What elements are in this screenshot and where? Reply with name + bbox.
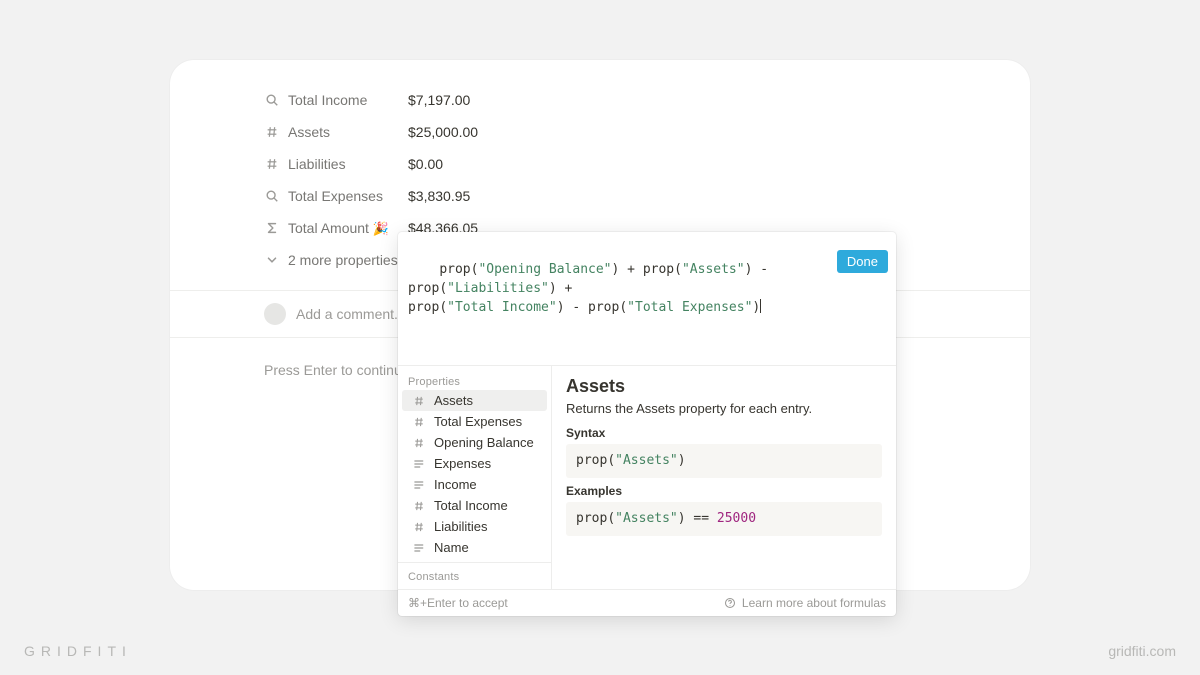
property-value: $7,197.00 [408, 92, 470, 108]
sigma-icon [264, 220, 280, 236]
property-value: $0.00 [408, 156, 443, 172]
learn-more-link[interactable]: Learn more about formulas [724, 596, 886, 610]
suggestion-item[interactable]: Total Income [402, 495, 547, 516]
formula-editor-popup: prop("Opening Balance") + prop("Assets")… [398, 232, 896, 616]
syntax-code: prop("Assets") [566, 444, 882, 478]
hash-icon [412, 520, 426, 534]
text-icon [412, 457, 426, 471]
suggestion-item[interactable]: Opening Balance [402, 432, 547, 453]
suggestion-detail: Assets Returns the Assets property for e… [552, 366, 896, 589]
hash-icon [264, 124, 280, 140]
suggestion-item[interactable]: Liabilities [402, 516, 547, 537]
celebrate-emoji: 🎉 [373, 221, 389, 236]
formula-input[interactable]: prop("Opening Balance") + prop("Assets")… [398, 232, 896, 366]
hash-icon [264, 156, 280, 172]
brand-left: GRIDFITI [24, 643, 132, 659]
property-name: Assets [288, 124, 330, 140]
help-icon [724, 597, 736, 609]
hash-icon [412, 415, 426, 429]
suggestion-item[interactable]: Assets [402, 390, 547, 411]
hash-icon [412, 436, 426, 450]
avatar [264, 303, 286, 325]
done-button[interactable]: Done [837, 250, 888, 273]
search-icon [264, 188, 280, 204]
suggestion-label: Assets [434, 393, 473, 408]
comment-placeholder: Add a comment... [296, 306, 406, 322]
property-row[interactable]: Total Expenses $3,830.95 [170, 180, 1030, 212]
property-name: Total Income [288, 92, 367, 108]
property-label: Assets [264, 124, 408, 140]
constants-section-label: Constants [398, 562, 551, 585]
more-properties-label: 2 more properties [288, 252, 398, 268]
property-name: Liabilities [288, 156, 346, 172]
suggestion-item[interactable]: Total Expenses [402, 411, 547, 432]
suggestion-item[interactable]: Expenses [402, 453, 547, 474]
property-name: Total Amount 🎉 [288, 220, 389, 237]
syntax-label: Syntax [566, 426, 882, 440]
text-icon [412, 541, 426, 555]
popup-footer: ⌘+Enter to accept Learn more about formu… [398, 590, 896, 616]
suggestion-list: Properties Assets Total Expenses Opening B… [398, 366, 552, 589]
suggestion-label: Name [434, 540, 469, 555]
property-row[interactable]: Total Income $7,197.00 [170, 84, 1030, 116]
property-row[interactable]: Assets $25,000.00 [170, 116, 1030, 148]
property-label: Liabilities [264, 156, 408, 172]
detail-description: Returns the Assets property for each ent… [566, 401, 882, 416]
suggestion-label: Liabilities [434, 519, 487, 534]
detail-title: Assets [566, 376, 882, 397]
property-label: Total Income [264, 92, 408, 108]
hash-icon [412, 394, 426, 408]
suggestion-label: Income [434, 477, 477, 492]
example-code: prop("Assets") == 25000 [566, 502, 882, 536]
brand-right: gridfiti.com [1108, 643, 1176, 659]
suggestion-label: Expenses [434, 456, 491, 471]
property-row[interactable]: Liabilities $0.00 [170, 148, 1030, 180]
suggestion-item[interactable]: Income [402, 474, 547, 495]
accept-hint: ⌘+Enter to accept [408, 596, 508, 610]
suggestion-item[interactable]: Name [402, 537, 547, 558]
suggestion-label: Total Income [434, 498, 508, 513]
search-icon [264, 92, 280, 108]
property-value: $25,000.00 [408, 124, 478, 140]
examples-label: Examples [566, 484, 882, 498]
hash-icon [412, 499, 426, 513]
suggestion-label: Opening Balance [434, 435, 534, 450]
property-name: Total Expenses [288, 188, 383, 204]
property-value: $3,830.95 [408, 188, 470, 204]
property-label: Total Expenses [264, 188, 408, 204]
suggestion-label: Total Expenses [434, 414, 522, 429]
chevron-down-icon [264, 252, 280, 268]
text-icon [412, 478, 426, 492]
properties-section-label: Properties [398, 370, 551, 390]
property-label: Total Amount 🎉 [264, 220, 408, 237]
